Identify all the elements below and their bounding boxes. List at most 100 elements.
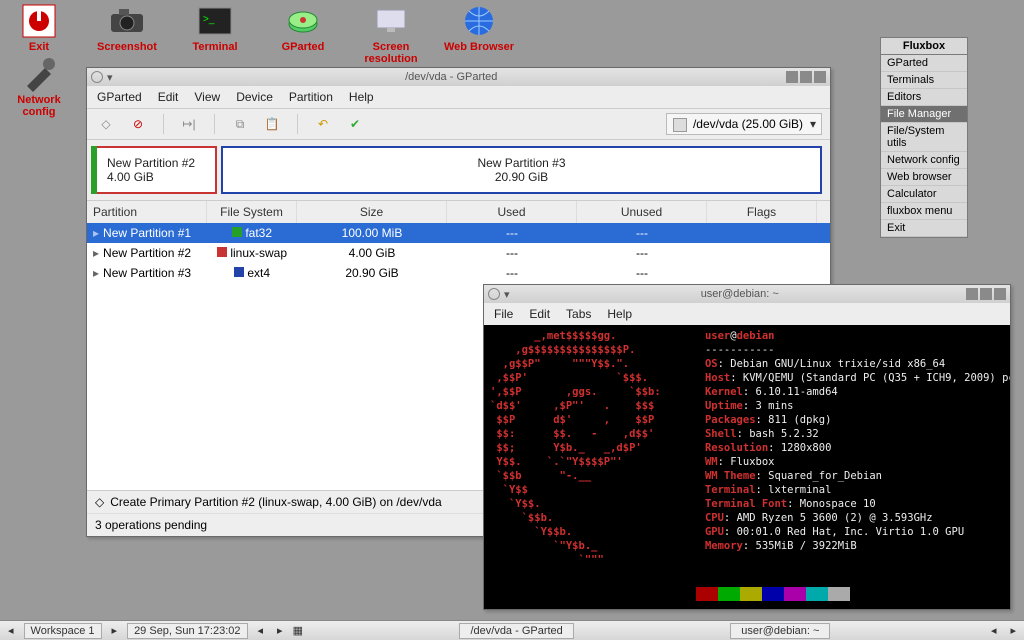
menu-item[interactable]: Tabs	[566, 307, 591, 321]
window-title: user@debian: ~	[514, 288, 966, 300]
column-header[interactable]: Flags	[707, 201, 817, 223]
undo-button[interactable]: ↶	[312, 113, 334, 135]
menu-bar: File Edit Tabs Help	[484, 303, 1010, 325]
camera-icon	[109, 3, 145, 39]
menu-item[interactable]: Device	[236, 90, 273, 104]
fluxbox-menu[interactable]: Fluxbox GPartedTerminalsEditorsFile Mana…	[880, 37, 968, 238]
menu-item[interactable]: View	[194, 90, 220, 104]
partition-box-3[interactable]: New Partition #3 20.90 GiB	[221, 146, 822, 194]
close-button[interactable]	[994, 288, 1006, 300]
minimize-button[interactable]	[966, 288, 978, 300]
globe-icon	[461, 3, 497, 39]
partition-name: New Partition #3	[477, 156, 565, 170]
debian-swirl-icon	[91, 71, 103, 83]
toolbar: ◇ ⊘ ↦| ⧉ 📋 ↶ ✔ /dev/vda (25.00 GiB)	[87, 108, 830, 140]
resize-button[interactable]: ↦|	[178, 113, 200, 135]
column-header[interactable]: Size	[297, 201, 447, 223]
desktop-icon-label: Web Browser	[444, 41, 514, 53]
column-header[interactable]: File System	[207, 201, 297, 223]
disk-visualization: New Partition #2 4.00 GiB New Partition …	[87, 140, 830, 200]
status-text: Create Primary Partition #2 (linux-swap,…	[110, 495, 441, 509]
taskbar-arrow[interactable]: ▸	[1006, 624, 1020, 637]
workspace-prev[interactable]: ◂	[4, 624, 18, 637]
fluxbox-menu-item[interactable]: fluxbox menu	[881, 203, 967, 220]
desktop-icon-gparted[interactable]: GParted	[267, 3, 339, 65]
taskbar-arrow[interactable]: ◂	[987, 624, 1001, 637]
desktop-icon-screenres[interactable]: Screen resolution	[355, 3, 427, 65]
desktop-icon-label: GParted	[282, 41, 325, 53]
table-row[interactable]: ▸ New Partition #3 ext420.90 GiB------	[87, 263, 830, 283]
fluxbox-menu-item[interactable]: File Manager	[881, 106, 967, 123]
menu-item[interactable]: File	[494, 307, 513, 321]
window-menu-icon[interactable]: ▾	[504, 288, 510, 301]
color-palette	[674, 587, 850, 601]
workspace-next[interactable]: ▸	[108, 624, 122, 637]
desktop-icon-screenshot[interactable]: Screenshot	[91, 3, 163, 65]
maximize-button[interactable]	[800, 71, 812, 83]
fluxbox-menu-item[interactable]: Editors	[881, 89, 967, 106]
titlebar[interactable]: ▾ user@debian: ~	[484, 285, 1010, 303]
power-icon	[21, 3, 57, 39]
desktop-icon-label: Terminal	[192, 41, 237, 53]
apply-button[interactable]: ✔	[344, 113, 366, 135]
menu-item[interactable]: Edit	[529, 307, 550, 321]
partition-box-2[interactable]: New Partition #2 4.00 GiB	[95, 146, 217, 194]
menu-item[interactable]: Partition	[289, 90, 333, 104]
menu-item[interactable]: Help	[607, 307, 632, 321]
desktop-icon-label: Exit	[29, 41, 49, 53]
partition-name: New Partition #2	[107, 156, 205, 170]
copy-button[interactable]: ⧉	[229, 113, 251, 135]
task-prev[interactable]: ◂	[254, 624, 268, 637]
table-row[interactable]: ▸ New Partition #2 linux-swap4.00 GiB---…	[87, 243, 830, 263]
fluxbox-menu-item[interactable]: Calculator	[881, 186, 967, 203]
fluxbox-menu-item[interactable]: Web browser	[881, 169, 967, 186]
table-header: PartitionFile SystemSizeUsedUnusedFlags	[87, 201, 830, 223]
taskbar: ◂ Workspace 1 ▸ 29 Sep, Sun 17:23:02 ◂ ▸…	[0, 620, 1024, 640]
paste-button[interactable]: 📋	[261, 113, 283, 135]
close-button[interactable]	[814, 71, 826, 83]
desktop-icon-label: Screen resolution	[355, 41, 427, 65]
terminal-output[interactable]: _,met$$$$$gg. user@debian ,g$$$$$$$$$$$$…	[484, 325, 1010, 609]
partition-size: 4.00 GiB	[107, 170, 205, 184]
column-header[interactable]: Partition	[87, 201, 207, 223]
menu-bar: GParted Edit View Device Partition Help	[87, 86, 830, 108]
device-selector[interactable]: /dev/vda (25.00 GiB)	[666, 113, 822, 135]
menu-item[interactable]: Edit	[158, 90, 179, 104]
minimize-button[interactable]	[786, 71, 798, 83]
disk-icon	[285, 3, 321, 39]
pending-op-icon: ◇	[95, 495, 104, 509]
titlebar[interactable]: ▾ /dev/vda - GParted	[87, 68, 830, 86]
workspace-label[interactable]: Workspace 1	[24, 623, 102, 639]
tools-icon	[21, 56, 57, 92]
window-menu-icon[interactable]: ▾	[107, 71, 113, 84]
desktop-icon-label: Network config	[3, 94, 75, 118]
table-row[interactable]: ▸ New Partition #1 fat32100.00 MiB------	[87, 223, 830, 243]
device-selector-label: /dev/vda (25.00 GiB)	[693, 117, 803, 131]
fluxbox-menu-item[interactable]: File/System utils	[881, 123, 967, 152]
monitor-icon	[373, 3, 409, 39]
fluxbox-menu-item[interactable]: Terminals	[881, 72, 967, 89]
menu-item[interactable]: Help	[349, 90, 374, 104]
fluxbox-menu-item[interactable]: Network config	[881, 152, 967, 169]
fluxbox-menu-title: Fluxbox	[881, 38, 967, 55]
terminal-window: ▾ user@debian: ~ File Edit Tabs Help _,met$…	[483, 284, 1011, 610]
debian-swirl-icon	[488, 288, 500, 300]
tray-icon[interactable]: ▦	[293, 624, 303, 637]
fluxbox-menu-item[interactable]: Exit	[881, 220, 967, 237]
fluxbox-menu-item[interactable]: GParted	[881, 55, 967, 72]
new-button[interactable]: ◇	[95, 113, 117, 135]
menu-item[interactable]: GParted	[97, 90, 142, 104]
desktop-icon-label: Screenshot	[97, 41, 157, 53]
taskbar-task[interactable]: /dev/vda - GParted	[459, 623, 573, 639]
maximize-button[interactable]	[980, 288, 992, 300]
column-header[interactable]: Unused	[577, 201, 707, 223]
taskbar-task[interactable]: user@debian: ~	[730, 623, 830, 639]
svg-text:>_: >_	[203, 14, 215, 25]
desktop-icon-netconfig[interactable]: Network config	[3, 56, 75, 118]
column-header[interactable]: Used	[447, 201, 577, 223]
task-next[interactable]: ▸	[273, 624, 287, 637]
clock: 29 Sep, Sun 17:23:02	[127, 623, 247, 639]
desktop-icon-browser[interactable]: Web Browser	[443, 3, 515, 65]
desktop-icon-terminal[interactable]: >_ Terminal	[179, 3, 251, 65]
delete-button[interactable]: ⊘	[127, 113, 149, 135]
